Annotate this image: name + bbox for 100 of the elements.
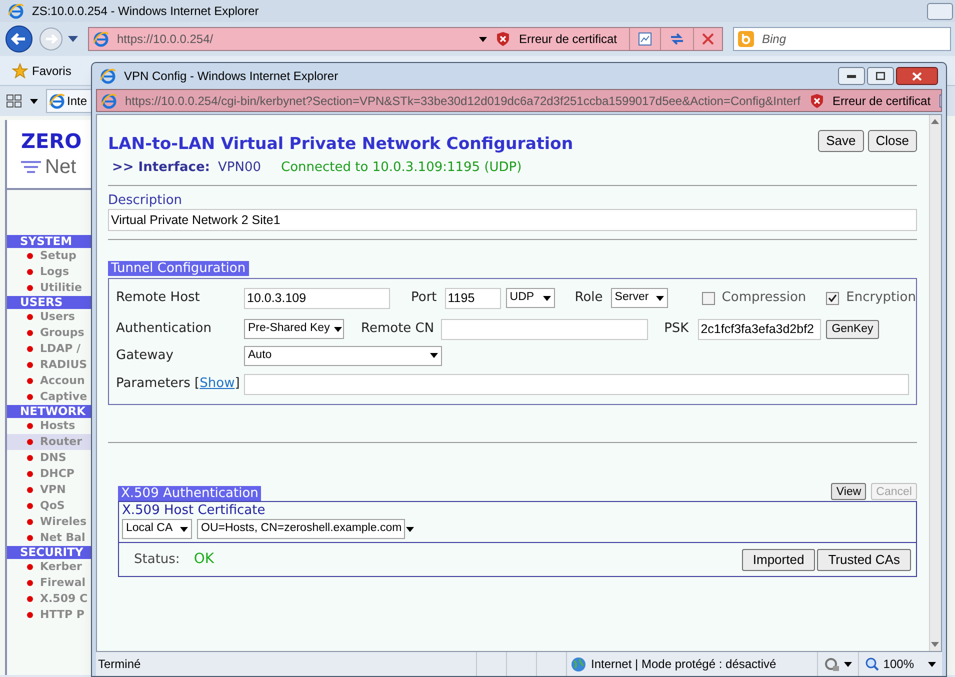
- menu-item[interactable]: Router: [7, 434, 93, 450]
- field-label: Parameters [Show]: [116, 375, 241, 394]
- field-label: PSK: [664, 320, 689, 338]
- action-button[interactable]: Close: [868, 130, 917, 152]
- ie-logo-icon: [49, 93, 65, 109]
- menu-item[interactable]: Wireles: [7, 514, 93, 530]
- field-label: Role: [574, 289, 603, 308]
- status-text: Terminé: [97, 656, 142, 673]
- menu-item[interactable]: Accoun: [7, 373, 93, 389]
- field-label: Authentication: [116, 320, 212, 338]
- menu-item[interactable]: Setup: [7, 248, 93, 264]
- menu-item[interactable]: DNS: [7, 450, 93, 466]
- menu-item[interactable]: VPN: [7, 482, 93, 498]
- menu-item[interactable]: Hosts: [7, 418, 93, 434]
- menu-item[interactable]: Net Bal: [7, 530, 93, 546]
- refresh-icon[interactable]: [669, 32, 685, 46]
- filter-lines-icon: [21, 160, 41, 174]
- menu-item[interactable]: Users: [7, 309, 93, 325]
- caret-icon[interactable]: [30, 98, 38, 104]
- dropdown[interactable]: Pre-Shared Key: [244, 319, 344, 339]
- checkbox[interactable]: [702, 292, 715, 304]
- address-bar[interactable]: https://10.0.0.254/cgi-bin/kerbynet?Section=VPN&STk=33be30d12d019dc6a72d3f251ccba1599017d5ee&Action=Config&Interf Erreur de certificat: [96, 89, 942, 112]
- ie-logo-icon: [100, 68, 116, 84]
- interface-name: VPN00: [218, 159, 261, 177]
- text-field[interactable]: 1195: [444, 288, 501, 308]
- text-field[interactable]: 10.0.3.109: [244, 288, 390, 308]
- status-label: Status:: [134, 550, 180, 569]
- menu-section-header: SECURITY: [7, 546, 93, 559]
- caret-icon: [334, 326, 342, 332]
- scroll-down-arrow-icon: [931, 642, 940, 647]
- description-field[interactable]: Virtual Private Network 2 Site1: [108, 208, 917, 230]
- text-field[interactable]: [244, 374, 909, 394]
- text-field[interactable]: 2c1fcf3fa3efa3d2bf2: [698, 318, 821, 340]
- caret-icon: [844, 662, 852, 666]
- shield-error-icon: [494, 31, 511, 47]
- certificate-error-text: Erreur de certificat: [518, 31, 618, 48]
- show-link[interactable]: Show: [200, 376, 235, 392]
- menu-item[interactable]: X.509 C: [7, 591, 93, 607]
- field-label: Port: [411, 289, 437, 308]
- minimize-button[interactable]: [838, 67, 865, 85]
- dropdown[interactable]: Auto: [244, 346, 442, 366]
- search-provider-icon: [738, 31, 754, 47]
- minimize-icon: [847, 74, 856, 78]
- action-button[interactable]: Imported: [742, 548, 816, 570]
- close-button[interactable]: [896, 67, 938, 85]
- section-header: Tunnel Configuration: [108, 260, 249, 276]
- menu-item[interactable]: Kerber: [7, 559, 93, 575]
- globe-icon: [571, 656, 586, 672]
- tab-grid-icon[interactable]: [6, 94, 22, 108]
- search-input[interactable]: Bing: [762, 30, 942, 48]
- menu-item[interactable]: Logs: [7, 264, 93, 280]
- menu-item[interactable]: DHCP: [7, 466, 93, 482]
- genkey-button[interactable]: GenKey: [826, 320, 880, 338]
- menu-item[interactable]: Groups: [7, 325, 93, 341]
- menu-section-header: NETWORK: [7, 405, 93, 418]
- ie-logo-icon: [101, 92, 117, 108]
- checkbox-label: Compression: [722, 289, 806, 308]
- action-button[interactable]: Trusted CAs: [817, 548, 911, 570]
- url-text: https://10.0.0.254/: [117, 31, 214, 48]
- ie-logo-icon: [8, 3, 24, 19]
- view-button[interactable]: View: [831, 483, 866, 500]
- text-field[interactable]: [441, 318, 648, 340]
- compatibility-view-icon[interactable]: [638, 32, 652, 46]
- caret-icon: [928, 662, 936, 666]
- caret-icon: [656, 296, 664, 300]
- window-title: VPN Config - Windows Internet Explorer: [124, 68, 338, 85]
- ie-logo-icon: [93, 31, 109, 47]
- menu-section-header: USERS: [7, 296, 93, 309]
- field-label: Description: [108, 192, 184, 208]
- menu-item[interactable]: Captive: [7, 389, 93, 405]
- menu-item[interactable]: LDAP /: [7, 341, 93, 357]
- star-icon: [12, 62, 28, 78]
- action-button[interactable]: Save: [818, 130, 864, 152]
- page-heading: LAN-to-LAN Virtual Private Network Configuration: [108, 134, 574, 154]
- security-zone-text: Internet | Mode protégé : désactivé: [591, 656, 776, 673]
- dropdown[interactable]: Local CA: [122, 519, 192, 539]
- field-label: Remote CN: [361, 320, 434, 338]
- menu-item[interactable]: HTTP P: [7, 607, 93, 623]
- zoom-control[interactable]: 100%: [858, 652, 942, 676]
- field-label: Gateway: [116, 346, 174, 365]
- menu-item[interactable]: QoS: [7, 498, 93, 514]
- scrollbar[interactable]: [928, 115, 941, 651]
- close-icon[interactable]: [702, 33, 714, 45]
- dropdown[interactable]: UDP: [506, 288, 555, 308]
- menu-item[interactable]: RADIUS: [7, 357, 93, 373]
- address-bar[interactable]: https://10.0.0.254/ Erreur de certificat: [88, 27, 723, 51]
- checkmark-icon: [828, 294, 838, 302]
- panel-title: X.509 Host Certificate: [122, 503, 266, 518]
- search-field[interactable]: Bing: [733, 27, 951, 51]
- checkbox[interactable]: [826, 292, 840, 304]
- logo: ZERO Net: [7, 120, 93, 190]
- dropdown[interactable]: Server: [610, 288, 668, 308]
- field-label: Remote Host: [116, 289, 201, 308]
- maximize-button[interactable]: [867, 67, 894, 85]
- connection-status: Connected to 10.0.3.109:1195 (UDP): [281, 159, 522, 177]
- caret-icon[interactable]: [68, 36, 78, 42]
- menu-item[interactable]: Firewal: [7, 575, 93, 591]
- menu-item[interactable]: Utilitie: [7, 280, 93, 296]
- menu-section-header: SYSTEM: [7, 235, 93, 248]
- favorites-button[interactable]: Favoris: [8, 60, 76, 82]
